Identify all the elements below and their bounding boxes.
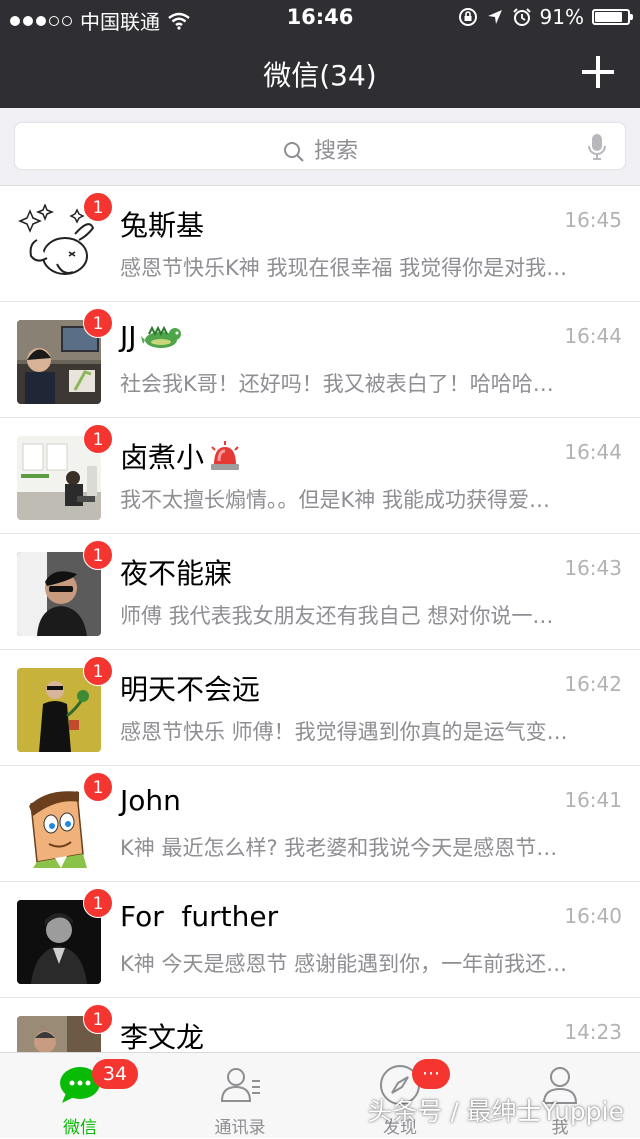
- chat-name: 卤煮小: [120, 436, 242, 476]
- siren-emoji-icon: [211, 441, 240, 470]
- battery-percent: 91%: [539, 5, 584, 29]
- rotation-lock-icon: [458, 8, 477, 26]
- chat-preview: K神 最近怎么样? 我老婆和我说今天是感恩节…: [120, 836, 558, 860]
- chat-preview: 感恩节快乐K神 我现在很幸福 我觉得你是对我…: [120, 256, 568, 280]
- chat-name-text: John: [120, 784, 181, 817]
- chat-name-text: JJ: [120, 320, 137, 353]
- chat-preview: 感恩节快乐 师傅！我觉得遇到你真的是运气变…: [120, 720, 568, 744]
- unread-badge: 1: [83, 772, 113, 802]
- chat-item[interactable]: 1 JJ 16:44 社会我K哥！还好吗！我又被表白了！哈哈哈…: [0, 302, 640, 418]
- add-button[interactable]: [582, 56, 614, 88]
- chat-name: 明天不会远: [120, 668, 260, 708]
- search-icon: [283, 142, 304, 162]
- chat-time: 16:40: [564, 904, 622, 928]
- chat-time: 14:23: [564, 1020, 622, 1044]
- chat-item[interactable]: 1 夜不能寐 16:43 师傅 我代表我女朋友还有我自己 想对你说一…: [0, 534, 640, 650]
- chat-time: 16:41: [564, 788, 622, 812]
- tab-label: 通讯录: [214, 1118, 266, 1138]
- microphone-icon[interactable]: [587, 133, 607, 161]
- chat-item[interactable]: 1 For further 16:40 K神 今天是感恩节 感谢能遇到你，一年前…: [0, 882, 640, 998]
- unread-badge: 1: [83, 424, 113, 454]
- chat-name-text: 李文龙: [120, 1021, 205, 1052]
- chat-name-text: 兔斯基: [120, 209, 205, 242]
- chat-time: 16:42: [564, 672, 622, 696]
- chat-preview: K神 今天是感恩节 感谢能遇到你，一年前我还…: [120, 952, 568, 976]
- tab-badge: 34: [92, 1059, 138, 1089]
- unread-badge: 1: [83, 192, 113, 222]
- unread-badge: 1: [83, 540, 113, 570]
- dragon-emoji-icon: [140, 325, 181, 348]
- chat-preview: 社会我K哥！还好吗！我又被表白了！哈哈哈…: [120, 372, 554, 396]
- tab-chats[interactable]: 34 微信: [0, 1053, 160, 1139]
- contacts-icon: [220, 1068, 260, 1102]
- chat-name: 夜不能寐: [120, 552, 232, 592]
- chat-item[interactable]: 1 John 16:41 K神 最近怎么样? 我老婆和我说今天是感恩节…: [0, 766, 640, 882]
- chat-name-text: 夜不能寐: [120, 557, 233, 590]
- chat-name: For further: [120, 900, 278, 933]
- chat-item[interactable]: 1 明天不会远 16:42 感恩节快乐 师傅！我觉得遇到你真的是运气变…: [0, 650, 640, 766]
- chat-name-text: 明天不会远: [120, 673, 261, 706]
- unread-badge: 1: [83, 888, 113, 918]
- chat-list: 1 兔斯基 16:45 感恩节快乐K神 我现在很幸福 我觉得你是对我… 1 JJ: [0, 186, 640, 1052]
- chat-name-text: For further: [120, 900, 279, 933]
- unread-badge: 1: [83, 656, 113, 686]
- battery-fill: [595, 12, 622, 22]
- chat-name: 兔斯基: [120, 204, 204, 244]
- chat-item[interactable]: 1 李文龙 14:23: [0, 998, 640, 1052]
- page-title: 微信(34): [263, 59, 377, 92]
- chat-time: 16:44: [564, 440, 622, 464]
- battery-icon: [592, 9, 633, 25]
- search-input[interactable]: 搜索: [14, 122, 626, 170]
- chat-name: John: [120, 784, 181, 817]
- watermark-text: 头条号 / 最绅士Yuppie: [367, 1097, 624, 1126]
- chat-name: JJ: [120, 320, 181, 353]
- nav-bar: 微信(34): [0, 36, 640, 108]
- alarm-icon: [512, 8, 531, 26]
- chat-name-text: 卤煮小: [120, 441, 205, 474]
- chat-preview: 我不太擅长煽情。。但是K神 我能成功获得爱…: [120, 488, 550, 512]
- chat-name: 李文龙: [120, 1016, 204, 1052]
- unread-badge: 1: [83, 1004, 113, 1034]
- chat-time: 16:45: [564, 208, 622, 232]
- chat-item[interactable]: 1 卤煮小 16:44 我不太擅长煽情。。但是K神 我能成功获得爱…: [0, 418, 640, 534]
- chat-time: 16:44: [564, 324, 622, 348]
- status-right: 91%: [458, 5, 633, 29]
- tab-badge: ···: [412, 1059, 450, 1089]
- search-area: 搜索: [0, 108, 640, 186]
- search-placeholder: 搜索: [313, 139, 358, 164]
- status-bar: 中国联通 16:46 91%: [0, 0, 640, 36]
- unread-badge: 1: [83, 308, 113, 338]
- location-icon: [487, 10, 502, 24]
- tab-contacts[interactable]: 通讯录: [160, 1053, 320, 1139]
- chat-preview: 师傅 我代表我女朋友还有我自己 想对你说一…: [120, 604, 554, 628]
- chat-item[interactable]: 1 兔斯基 16:45 感恩节快乐K神 我现在很幸福 我觉得你是对我…: [0, 186, 640, 302]
- chat-time: 16:43: [564, 556, 622, 580]
- tab-label: 微信: [63, 1118, 97, 1138]
